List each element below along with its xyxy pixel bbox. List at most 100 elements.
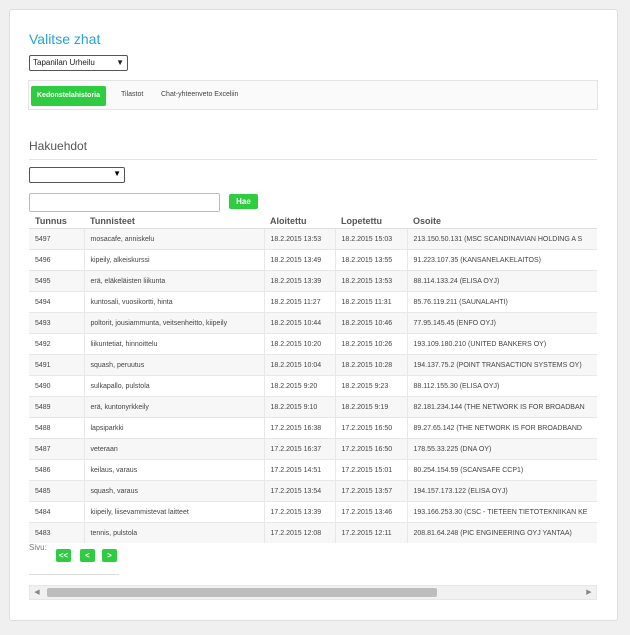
search-button[interactable]: Hae bbox=[229, 194, 258, 209]
cell-tunnus: 5491 bbox=[29, 354, 85, 376]
tab-excel-export[interactable]: Chat-yhteenveto Exceliin bbox=[161, 87, 238, 103]
cell-tunnisteet: squash, peruutus bbox=[84, 354, 265, 376]
cell-lopetettu: 18.2.2015 11:31 bbox=[335, 291, 408, 313]
filter-select[interactable]: ▼ bbox=[29, 167, 125, 183]
cell-tunnisteet: sulkapallo, pulstola bbox=[84, 375, 265, 397]
column-header-lopetettu[interactable]: Lopetettu bbox=[335, 213, 407, 229]
cell-aloitettu: 17.2.2015 14:51 bbox=[264, 459, 336, 481]
pager-label: Sivu: bbox=[29, 543, 47, 552]
tab-keskusteluhistoria[interactable]: Kedonstelahistoria bbox=[31, 86, 107, 106]
chevron-down-icon: ▼ bbox=[116, 58, 124, 67]
cell-tunnus: 5489 bbox=[29, 396, 85, 418]
prev-page-button[interactable]: < bbox=[80, 549, 95, 562]
cell-lopetettu: 18.2.2015 13:53 bbox=[335, 270, 408, 292]
club-select[interactable]: Tapanilan Urheilu ▼ bbox=[29, 55, 128, 71]
table-row[interactable]: 5488 lapsiparkki 17.2.2015 16:38 17.2.2015 … bbox=[29, 417, 597, 439]
cell-tunnisteet: squash, varaus bbox=[84, 480, 265, 502]
cell-tunnisteet: erä, eläkeläisten liikunta bbox=[84, 270, 265, 292]
cell-tunnus: 5497 bbox=[29, 228, 85, 250]
cell-tunnus: 5490 bbox=[29, 375, 85, 397]
table-row[interactable]: 5491 squash, peruutus 18.2.2015 10:04 18.2.… bbox=[29, 354, 597, 376]
page-title: Valitse zhat bbox=[29, 31, 101, 47]
table-row[interactable]: 5496 kipeily, alkeiskurssi 18.2.2015 13:49… bbox=[29, 249, 597, 271]
cell-osoite: 193.166.253.30 (CSC - TIETEEN TIETOTEKNI… bbox=[407, 501, 597, 523]
cell-aloitettu: 18.2.2015 13:49 bbox=[264, 249, 336, 271]
cell-tunnus: 5485 bbox=[29, 480, 85, 502]
cell-tunnisteet: poltorit, jousiammunta, veitsenheitto, k… bbox=[84, 312, 265, 334]
cell-tunnisteet: veteraan bbox=[84, 438, 265, 460]
cell-lopetettu: 17.2.2015 16:50 bbox=[335, 438, 408, 460]
cell-aloitettu: 18.2.2015 13:53 bbox=[264, 228, 336, 250]
cell-tunnisteet: kipeily, alkeiskurssi bbox=[84, 249, 265, 271]
cell-osoite: 91.223.107.35 (KANSANELAKELAITOS) bbox=[407, 249, 597, 271]
horizontal-scrollbar[interactable]: ◀ ▶ bbox=[29, 585, 597, 600]
cell-osoite: 85.76.119.211 (SAUNALAHTI) bbox=[407, 291, 597, 313]
cell-tunnisteet: erä, kuntonyrkkeily bbox=[84, 396, 265, 418]
table-row[interactable]: 5497 mosacafe, anniskelu 18.2.2015 13:53 18… bbox=[29, 228, 597, 250]
cell-tunnus: 5495 bbox=[29, 270, 85, 292]
chevron-down-icon: ▼ bbox=[113, 169, 121, 178]
column-header-aloitettu[interactable]: Aloitettu bbox=[264, 213, 335, 229]
cell-osoite: 82.181.234.144 (THE NETWORK IS FOR BROAD… bbox=[407, 396, 597, 418]
cell-lopetettu: 17.2.2015 15:01 bbox=[335, 459, 408, 481]
table-row[interactable]: 5494 kuntosali, vuosikortti, hinta 18.2.20… bbox=[29, 291, 597, 313]
cell-lopetettu: 18.2.2015 10:28 bbox=[335, 354, 408, 376]
cell-lopetettu: 18.2.2015 10:26 bbox=[335, 333, 408, 355]
cell-lopetettu: 18.2.2015 9:19 bbox=[335, 396, 408, 418]
table-row[interactable]: 5486 keilaus, varaus 17.2.2015 14:51 17.2.2… bbox=[29, 459, 597, 481]
cell-tunnus: 5486 bbox=[29, 459, 85, 481]
table-row[interactable]: 5489 erä, kuntonyrkkeily 18.2.2015 9:10 18.… bbox=[29, 396, 597, 418]
cell-tunnisteet: mosacafe, anniskelu bbox=[84, 228, 265, 250]
search-input[interactable] bbox=[29, 193, 220, 212]
search-section-title: Hakuehdot bbox=[29, 139, 88, 153]
cell-osoite: 77.95.145.45 (ENFO OYJ) bbox=[407, 312, 597, 334]
cell-lopetettu: 17.2.2015 16:50 bbox=[335, 417, 408, 439]
column-header-tunnisteet[interactable]: Tunnisteet bbox=[84, 213, 264, 229]
cell-tunnisteet: liikuntetiat, hinnoittelu bbox=[84, 333, 265, 355]
cell-osoite: 208.81.64.248 (PIC ENGINEERING OYJ YANTA… bbox=[407, 522, 597, 543]
table-row[interactable]: 5492 liikuntetiat, hinnoittelu 18.2.2015 1… bbox=[29, 333, 597, 355]
scrollbar-thumb[interactable] bbox=[47, 588, 437, 597]
tab-bar: Kedonstelahistoria Tilastot Chat-yhteenv… bbox=[28, 80, 598, 110]
cell-osoite: 194.157.173.122 (ELISA OYJ) bbox=[407, 480, 597, 502]
cell-osoite: 88.114.133.24 (ELISA OYJ) bbox=[407, 270, 597, 292]
scroll-left-icon[interactable]: ◀ bbox=[30, 586, 44, 599]
club-select-value: Tapanilan Urheilu bbox=[33, 58, 95, 67]
scroll-right-icon[interactable]: ▶ bbox=[582, 586, 596, 599]
cell-tunnus: 5492 bbox=[29, 333, 85, 355]
table-body: 5497 mosacafe, anniskelu 18.2.2015 13:53 18… bbox=[29, 228, 597, 543]
cell-tunnus: 5488 bbox=[29, 417, 85, 439]
cell-aloitettu: 18.2.2015 9:20 bbox=[264, 375, 336, 397]
cell-osoite: 88.112.155.30 (ELISA OYJ) bbox=[407, 375, 597, 397]
next-page-button[interactable]: > bbox=[102, 549, 117, 562]
cell-aloitettu: 18.2.2015 10:20 bbox=[264, 333, 336, 355]
cell-lopetettu: 18.2.2015 15:03 bbox=[335, 228, 408, 250]
divider bbox=[29, 574, 119, 575]
cell-tunnisteet: keilaus, varaus bbox=[84, 459, 265, 481]
column-header-tunnus[interactable]: Tunnus bbox=[29, 213, 84, 229]
table-row[interactable]: 5490 sulkapallo, pulstola 18.2.2015 9:20 18… bbox=[29, 375, 597, 397]
cell-tunnisteet: kuntosali, vuosikortti, hinta bbox=[84, 291, 265, 313]
table-header-row: Tunnus Tunnisteet Aloitettu Lopetettu Os… bbox=[29, 213, 597, 229]
first-page-button[interactable]: << bbox=[56, 549, 71, 562]
cell-tunnus: 5484 bbox=[29, 501, 85, 523]
table-row[interactable]: 5483 tennis, pulstola 17.2.2015 12:08 17.2.… bbox=[29, 522, 597, 543]
cell-aloitettu: 18.2.2015 11:27 bbox=[264, 291, 336, 313]
table-row[interactable]: 5487 veteraan 17.2.2015 16:37 17.2.2015 16:… bbox=[29, 438, 597, 460]
table-row[interactable]: 5484 kiipeily, liisevammistevat laitteet 1… bbox=[29, 501, 597, 523]
cell-osoite: 194.137.75.2 (POINT TRANSACTION SYSTEMS … bbox=[407, 354, 597, 376]
table-row[interactable]: 5493 poltorit, jousiammunta, veitsenheitt… bbox=[29, 312, 597, 334]
cell-tunnus: 5496 bbox=[29, 249, 85, 271]
cell-lopetettu: 18.2.2015 9:23 bbox=[335, 375, 408, 397]
cell-osoite: 80.254.154.59 (SCANSAFE CCP1) bbox=[407, 459, 597, 481]
cell-lopetettu: 17.2.2015 13:57 bbox=[335, 480, 408, 502]
cell-osoite: 193.109.180.210 (UNITED BANKERS OY) bbox=[407, 333, 597, 355]
table-row[interactable]: 5495 erä, eläkeläisten liikunta 18.2.2015 … bbox=[29, 270, 597, 292]
cell-aloitettu: 17.2.2015 13:54 bbox=[264, 480, 336, 502]
column-header-osoite[interactable]: Osoite bbox=[407, 213, 597, 229]
tab-tilastot[interactable]: Tilastot bbox=[121, 87, 143, 103]
cell-aloitettu: 17.2.2015 16:37 bbox=[264, 438, 336, 460]
cell-tunnus: 5493 bbox=[29, 312, 85, 334]
table-row[interactable]: 5485 squash, varaus 17.2.2015 13:54 17.2.20… bbox=[29, 480, 597, 502]
cell-tunnisteet: kiipeily, liisevammistevat laitteet bbox=[84, 501, 265, 523]
